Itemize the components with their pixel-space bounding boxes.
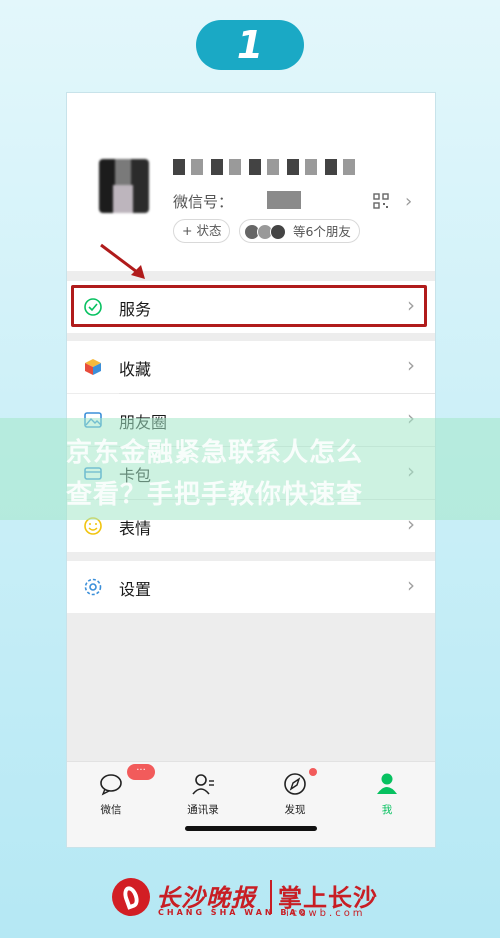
chat-bubble-icon [100, 774, 122, 796]
profile-chevron-icon[interactable]: › [405, 191, 412, 212]
brand-logo-icon [112, 878, 150, 916]
tab-contacts[interactable]: 通讯录 [173, 772, 233, 817]
divider [270, 880, 272, 914]
tab-me[interactable]: 我 [357, 772, 417, 817]
menu-label: 设置 [119, 580, 152, 599]
compass-icon [284, 773, 306, 795]
tab-label: 我 [381, 804, 393, 816]
unread-badge: ··· [127, 764, 155, 780]
pointer-arrow-icon [100, 243, 145, 279]
settings-gear-icon [84, 578, 102, 596]
friends-count-label: 等6个朋友 [292, 223, 351, 239]
tab-label: 微信 [100, 804, 122, 816]
friends-status-chip[interactable]: 等6个朋友 [239, 219, 360, 243]
tab-label: 发现 [284, 804, 306, 816]
menu-item-settings[interactable]: 设置 › [67, 561, 435, 613]
me-person-icon [377, 773, 397, 794]
menu-item-favorites[interactable]: 收藏 › [67, 341, 435, 393]
home-indicator[interactable] [185, 826, 317, 831]
tab-discover[interactable]: 发现 [265, 772, 325, 817]
wechat-id-label: 微信号： [173, 193, 234, 211]
site-url: icswb.com [286, 908, 366, 919]
status-button[interactable]: + 状态 [173, 219, 231, 243]
step-number-badge: 1 [196, 20, 304, 70]
discover-red-dot [309, 768, 317, 776]
nickname-blurred [173, 159, 357, 175]
favorites-cube-icon [85, 359, 101, 375]
wechat-id-blurred [267, 191, 301, 209]
newspaper-logo: 长沙晚报 CHANG SHA WAN BAO 掌上长沙 icswb.com [112, 876, 392, 920]
watermark-line-1: 京东金融紧急联系人怎么 [66, 438, 364, 468]
watermark-line-2: 查看？手把手教你快速查 [66, 480, 364, 510]
bottom-tab-bar: 微信 ··· 通讯录 发现 我 [67, 761, 435, 847]
contacts-icon [192, 774, 214, 795]
highlight-box [71, 285, 427, 327]
avatar[interactable] [99, 159, 149, 213]
friend-avatar-icon [270, 223, 286, 240]
chevron-right-icon: › [407, 353, 415, 377]
menu-label: 收藏 [119, 360, 152, 379]
qr-code-icon[interactable] [373, 193, 389, 209]
chevron-right-icon: › [407, 573, 415, 597]
tab-label: 通讯录 [187, 804, 219, 816]
